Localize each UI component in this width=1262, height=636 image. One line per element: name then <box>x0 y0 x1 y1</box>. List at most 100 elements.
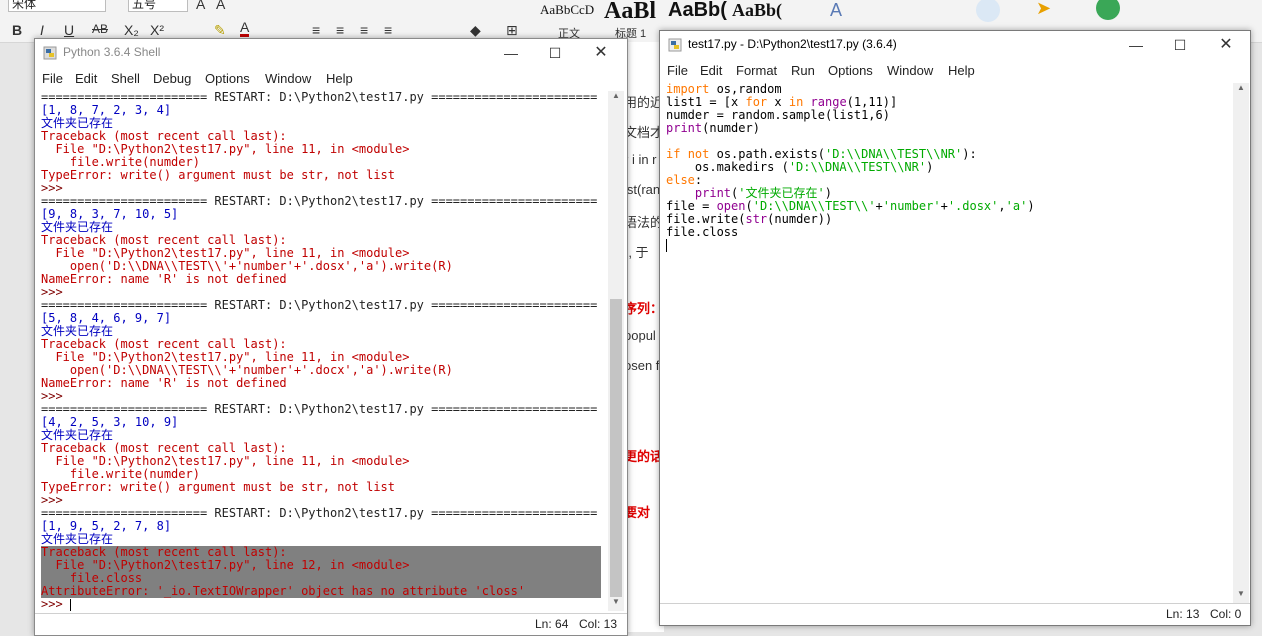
font-color-icon[interactable]: A <box>240 20 250 37</box>
translate-icon[interactable] <box>976 0 1000 22</box>
code-token: list1 = [x <box>666 95 746 109</box>
menu-shell[interactable]: Shell <box>111 71 140 86</box>
font-name-select[interactable]: 宋体 <box>8 0 106 12</box>
menu-options[interactable]: Options <box>828 63 873 78</box>
code-token: 'number' <box>882 199 941 213</box>
menu-options[interactable]: Options <box>205 71 250 86</box>
doc-text: 文档才 <box>624 125 664 140</box>
text-cursor <box>666 239 667 252</box>
style-sample-title[interactable]: AaBb( <box>732 0 782 21</box>
code-token: str <box>745 212 768 226</box>
code-token: ): <box>962 147 977 161</box>
program-output-line: [1, 9, 5, 2, 7, 8] <box>41 519 172 533</box>
find-icon[interactable]: A <box>830 0 842 21</box>
code-token: 'a' <box>1005 199 1028 213</box>
code-token: x <box>767 95 789 109</box>
subscript-icon[interactable]: X₂ <box>124 22 139 38</box>
close-button[interactable]: ✕ <box>591 43 611 63</box>
shell-menubar: File Edit Shell Debug Options Window Hel… <box>35 69 627 91</box>
menu-debug[interactable]: Debug <box>153 71 191 86</box>
editor-status-col: Col: 0 <box>1210 607 1242 621</box>
status-divider <box>35 613 627 614</box>
underline-icon[interactable]: U <box>64 22 74 38</box>
code-line: print(numder) <box>666 122 1234 135</box>
shell-status-line: Ln: 64 <box>535 617 569 631</box>
menu-edit[interactable]: Edit <box>700 63 722 78</box>
style-sample-normal[interactable]: AaBbCcD <box>540 2 594 18</box>
menu-window[interactable]: Window <box>265 71 311 86</box>
menu-run[interactable]: Run <box>791 63 815 78</box>
code-token: , <box>998 199 1006 213</box>
code-editor-area[interactable]: import os,random list1 = [x for x in rang… <box>666 83 1234 603</box>
highlight-icon[interactable]: ✎ <box>214 22 226 39</box>
style-sample-heading2[interactable]: AaBb( <box>668 0 727 22</box>
minimize-button[interactable]: — <box>1126 35 1146 55</box>
doc-heading-text: 序列： <box>624 301 664 316</box>
shell-output-area[interactable]: ======================= RESTART: D:\Pyth… <box>41 91 605 611</box>
borders-icon[interactable]: ⊞ <box>506 22 518 39</box>
code-token: 'D:\\DNA\\TEST\\NR' <box>824 147 963 161</box>
code-token: : <box>694 173 703 187</box>
program-output-line: [4, 2, 5, 3, 10, 9] <box>41 415 179 429</box>
menu-file[interactable]: File <box>42 71 63 86</box>
code-token: os.makedirs ( <box>666 160 789 174</box>
italic-icon[interactable]: I <box>40 22 44 38</box>
scroll-up-icon[interactable]: ▲ <box>1233 83 1249 97</box>
maximize-button[interactable]: ☐ <box>1170 35 1190 55</box>
strikethrough-icon[interactable]: AB <box>92 22 108 36</box>
style-sample-heading1[interactable]: AaBl <box>604 0 656 25</box>
menu-help[interactable]: Help <box>326 71 353 86</box>
superscript-icon[interactable]: X² <box>150 22 164 38</box>
code-token: print <box>694 186 732 200</box>
minimize-button[interactable]: — <box>501 43 521 63</box>
select-cursor-icon[interactable]: ➤ <box>1036 0 1051 19</box>
share-icon[interactable] <box>1096 0 1120 20</box>
scroll-down-icon[interactable]: ▼ <box>1233 589 1249 603</box>
code-token: (numder)) <box>767 212 833 226</box>
bold-icon[interactable]: B <box>12 22 22 38</box>
scroll-down-icon[interactable]: ▼ <box>608 597 624 611</box>
font-size-select[interactable]: 五号 <box>128 0 188 12</box>
doc-text: popul <box>624 328 656 343</box>
shell-title: Python 3.6.4 Shell <box>63 45 161 59</box>
shell-scrollbar[interactable]: ▲ ▼ <box>608 91 624 611</box>
code-token: numder = random.sample(list1,6) <box>666 108 890 122</box>
close-button[interactable]: ✕ <box>1216 35 1236 55</box>
python-icon <box>43 46 57 60</box>
shell-scroll-thumb[interactable] <box>610 299 622 597</box>
font-size-value: 五号 <box>132 0 157 11</box>
menu-format[interactable]: Format <box>736 63 777 78</box>
code-token: file.write( <box>666 212 746 226</box>
code-token: ) <box>824 186 832 200</box>
code-token: ( <box>745 199 753 213</box>
grow-font-icon[interactable]: A <box>196 0 205 12</box>
python-file-icon <box>668 38 682 52</box>
code-token: os,random <box>709 82 782 96</box>
code-token: print <box>666 121 703 135</box>
align-center-icon[interactable]: ≡ <box>336 22 344 38</box>
align-right-icon[interactable]: ≡ <box>360 22 368 38</box>
scroll-up-icon[interactable]: ▲ <box>608 91 624 105</box>
justify-icon[interactable]: ≡ <box>384 22 392 38</box>
font-name-value: 宋体 <box>12 0 37 11</box>
shrink-font-icon[interactable]: A <box>216 0 225 12</box>
maximize-button[interactable]: ☐ <box>545 43 565 63</box>
editor-titlebar[interactable]: test17.py - D:\Python2\test17.py (3.6.4)… <box>660 31 1250 59</box>
error-output-line: NameError: name 'R' is not defined <box>41 376 287 390</box>
code-token: else <box>666 173 695 187</box>
code-token: os.path.exists( <box>709 147 825 161</box>
shell-titlebar[interactable]: Python 3.6.4 Shell — ☐ ✕ <box>35 39 627 67</box>
shell-status-col: Col: 13 <box>579 617 618 631</box>
align-left-icon[interactable]: ≡ <box>312 22 320 38</box>
menu-file[interactable]: File <box>667 63 688 78</box>
doc-text: ist(ran <box>624 182 661 197</box>
error-output-line: TypeError: write() argument must be str,… <box>41 480 396 494</box>
code-token: not <box>687 147 710 161</box>
python-shell-window: Python 3.6.4 Shell — ☐ ✕ File Edit Shell… <box>34 38 628 636</box>
menu-window[interactable]: Window <box>887 63 933 78</box>
editor-scrollbar[interactable]: ▲ ▼ <box>1233 83 1249 603</box>
menu-edit[interactable]: Edit <box>75 71 97 86</box>
shading-icon[interactable]: ◆ <box>470 22 481 39</box>
menu-help[interactable]: Help <box>948 63 975 78</box>
